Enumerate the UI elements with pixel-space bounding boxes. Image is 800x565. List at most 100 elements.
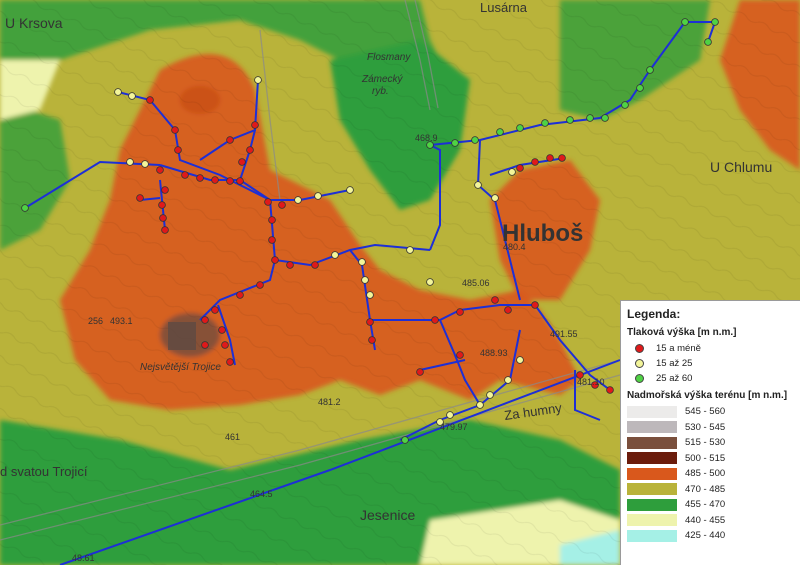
elev-485: 485.06 <box>462 278 490 288</box>
pressure-node-low <box>211 176 219 184</box>
pressure-node-low <box>156 166 164 174</box>
pressure-node-low <box>211 306 219 314</box>
pressure-node-low <box>218 326 226 334</box>
legend-terrain-label: 545 - 560 <box>685 406 726 418</box>
legend-terrain-label: 440 - 455 <box>685 514 726 526</box>
elev-468: 468.9 <box>415 133 438 143</box>
pressure-node-high <box>636 84 644 92</box>
legend-terrain-title: Nadmořská výška terénu [m n.m.] <box>627 390 788 401</box>
elev-256: 256 <box>88 316 103 326</box>
label-svata-trojice: d svatou Trojicí <box>0 464 88 479</box>
pressure-node-low <box>368 336 376 344</box>
pressure-node-low <box>278 201 286 209</box>
legend-terrain-label: 455 - 470 <box>685 499 726 511</box>
pressure-node-low <box>226 177 234 185</box>
legend-title: Legenda: <box>627 307 681 321</box>
legend-pressure-item: 15 až 25 <box>627 356 794 371</box>
pressure-node-medium <box>126 158 134 166</box>
pressure-node-high <box>471 136 479 144</box>
pressure-node-high <box>711 18 719 26</box>
pressure-node-high <box>586 114 594 122</box>
pressure-node-low <box>456 308 464 316</box>
legend-terrain-item: 455 - 470 <box>627 497 794 513</box>
pressure-node-high <box>601 114 609 122</box>
pressure-node-low <box>268 236 276 244</box>
legend-swatch <box>627 405 677 418</box>
pressure-node-high <box>516 124 524 132</box>
pressure-node-low <box>251 121 259 129</box>
pressure-node-medium <box>254 76 262 84</box>
pressure-node-low <box>226 136 234 144</box>
pressure-node-high <box>704 38 712 46</box>
label-jesenice: Jesenice <box>360 507 415 523</box>
chapel-building <box>168 322 196 350</box>
legend-terrain-list: 545 - 560 530 - 545 515 - 530 500 - 515 … <box>627 404 794 544</box>
legend-swatch <box>627 483 677 496</box>
pressure-node-high <box>21 204 29 212</box>
elev-48-61: 48.61 <box>72 553 95 563</box>
elev-493: 493.1 <box>110 316 133 326</box>
legend-swatch <box>627 498 677 511</box>
legend-terrain-item: 485 - 500 <box>627 466 794 482</box>
pressure-node-medium <box>346 186 354 194</box>
elev-481-10: 481.10 <box>577 377 605 387</box>
pressure-node-medium <box>426 278 434 286</box>
pressure-node-low <box>171 126 179 134</box>
pressure-node-low <box>221 341 229 349</box>
elev-464: 464.5 <box>250 489 273 499</box>
pressure-node-low <box>158 201 166 209</box>
pressure-node-medium <box>504 376 512 384</box>
pressure-node-low <box>311 261 319 269</box>
pressure-node-medium <box>486 391 494 399</box>
legend-pressure-label: 15 a méně <box>656 343 701 354</box>
pressure-node-high <box>566 116 574 124</box>
map-legend: Legenda: Tlaková výška [m n.m.] 15 a mén… <box>620 300 800 565</box>
legend-terrain-item: 470 - 485 <box>627 482 794 498</box>
pressure-node-high <box>496 128 504 136</box>
pressure-node-low <box>174 146 182 154</box>
pressure-node-low <box>416 368 424 376</box>
label-trojice: Nejsvětější Trojice <box>140 362 221 373</box>
legend-pressure-list: 15 a méně 15 až 25 25 až 60 <box>627 341 794 386</box>
pressure-node-high <box>401 436 409 444</box>
label-zamecky: Zámecký <box>361 74 404 85</box>
legend-terrain-label: 515 - 530 <box>685 437 726 449</box>
pressure-node-low <box>161 226 169 234</box>
legend-swatch <box>627 514 677 527</box>
legend-terrain-label: 470 - 485 <box>685 483 726 495</box>
legend-terrain-item: 440 - 455 <box>627 513 794 529</box>
pressure-node-low <box>286 261 294 269</box>
pressure-node-medium <box>331 251 339 259</box>
legend-dot-red <box>635 344 644 353</box>
pressure-node-medium <box>508 168 516 176</box>
pressure-node-low <box>196 174 204 182</box>
legend-terrain-label: 485 - 500 <box>685 468 726 480</box>
pressure-node-medium <box>128 92 136 100</box>
legend-pressure-item: 15 a méně <box>627 341 794 356</box>
pressure-node-low <box>606 386 614 394</box>
pressure-node-medium <box>446 411 454 419</box>
legend-terrain-label: 425 - 440 <box>685 530 726 542</box>
legend-dot-yellow <box>635 359 644 368</box>
pressure-node-low <box>531 158 539 166</box>
legend-pressure-title: Tlaková výška [m n.m.] <box>627 327 737 338</box>
pressure-node-medium <box>294 196 302 204</box>
pressure-node-high <box>541 119 549 127</box>
label-u-krsova: U Krsova <box>5 15 63 31</box>
map-view[interactable]: U Krsova Lusárna U Chlumu Hluboš Za humn… <box>0 0 800 565</box>
pressure-node-low <box>558 154 566 162</box>
pressure-node-low <box>504 306 512 314</box>
label-ryb: ryb. <box>372 86 389 97</box>
pressure-node-medium <box>358 258 366 266</box>
legend-pressure-label: 15 až 25 <box>656 358 693 369</box>
pressure-node-medium <box>114 88 122 96</box>
elev-480: 480.4 <box>503 242 526 252</box>
legend-terrain-label: 500 - 515 <box>685 452 726 464</box>
legend-terrain-item: 425 - 440 <box>627 528 794 544</box>
legend-terrain-item: 515 - 530 <box>627 435 794 451</box>
pressure-node-high <box>646 66 654 74</box>
pressure-node-low <box>146 96 154 104</box>
pressure-node-low <box>246 146 254 154</box>
pressure-node-medium <box>516 356 524 364</box>
pressure-node-low <box>238 158 246 166</box>
